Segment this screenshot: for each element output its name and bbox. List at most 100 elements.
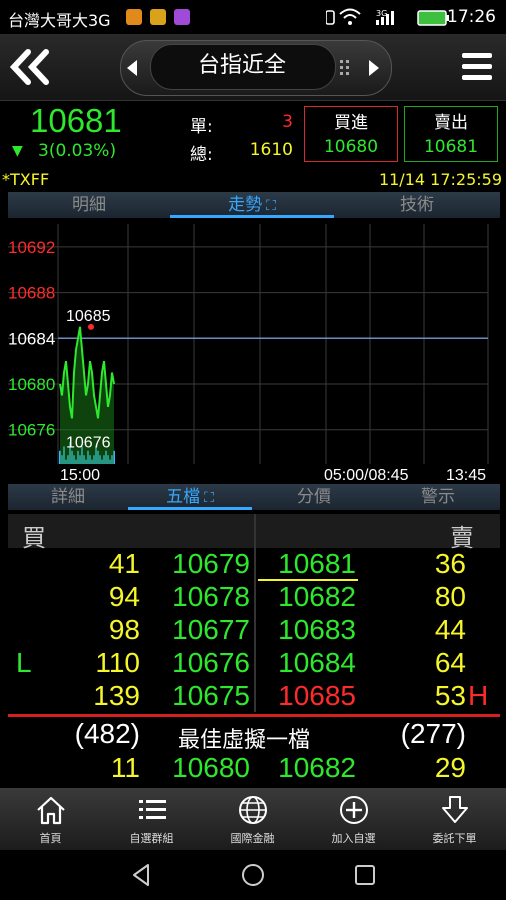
bid-header: 買 <box>22 524 46 552</box>
svg-text:3G: 3G <box>376 9 387 18</box>
tab-trend[interactable]: 走勢 ⛶ <box>170 192 334 218</box>
nav-international-label: 國際金融 <box>230 832 275 845</box>
virtual-bid-qty: 11 <box>110 752 140 783</box>
sell-price: 10681 <box>423 137 479 157</box>
high-label: 10685 <box>66 308 111 325</box>
nav-place-order-label: 委託下單 <box>432 832 477 845</box>
chart-canvas: 10692 10688 10684 10680 10676 10685 10676 15:00… <box>8 224 489 484</box>
notification-icon <box>126 9 142 25</box>
single-volume-label: 單: <box>190 117 213 137</box>
y-tick-label: 10684 <box>8 329 55 348</box>
bid-qty: 94 <box>108 581 140 612</box>
tab-technical[interactable]: 技術 <box>334 192 500 218</box>
virtual-ask-qty: 29 <box>434 752 466 783</box>
y-tick-label: 10688 <box>8 284 55 303</box>
nav-watchlist-groups[interactable]: 自選群組 <box>101 788 202 850</box>
nav-place-order[interactable]: 委託下單 <box>404 788 505 850</box>
carrier-label: 台灣大哥大3G <box>8 11 111 30</box>
back-double-chevron-icon[interactable] <box>8 48 52 86</box>
sell-label: 賣出 <box>434 113 468 133</box>
tab-five-levels[interactable]: 五檔 ⛶ <box>128 484 252 510</box>
nav-international[interactable]: 國際金融 <box>202 788 303 850</box>
tab-price-volume[interactable]: 分價 <box>252 484 376 510</box>
bid-price: 10676 <box>172 647 250 678</box>
bid-flag: L <box>16 647 32 678</box>
buy-label: 買進 <box>334 113 368 133</box>
bid-price: 10675 <box>172 680 250 711</box>
sell-button[interactable]: 賣出 10681 <box>404 106 498 162</box>
virtual-bid-price: 10680 <box>172 752 250 783</box>
intraday-chart[interactable]: 10692 10688 10684 10680 10676 10685 10676 15:00… <box>8 220 500 484</box>
book-tabs: 詳細 五檔 ⛶ 分價 警示 <box>8 484 500 510</box>
bottom-nav: 首頁 自選群組 國際金融 加入自選 委託下單 <box>0 788 506 850</box>
ask-qty: 44 <box>434 614 466 645</box>
bid-price: 10678 <box>172 581 250 612</box>
buy-button[interactable]: 買進 10680 <box>304 106 398 162</box>
virtual-separator <box>8 714 500 717</box>
bid-qty: 41 <box>108 548 140 579</box>
ask-qty: 36 <box>434 548 466 579</box>
x-end-label: 13:45 <box>446 467 486 482</box>
y-tick-label: 10692 <box>8 238 55 257</box>
notification-icon <box>150 9 166 25</box>
virtual-level-label: 最佳虛擬一檔 <box>178 728 311 753</box>
vibrate-icon <box>326 10 335 25</box>
prev-arrow-icon[interactable] <box>124 58 140 78</box>
bid-total: (482) <box>74 718 140 749</box>
bid-price: 10679 <box>172 548 250 579</box>
notification-icon <box>174 9 190 25</box>
home-circle-icon[interactable] <box>240 862 266 888</box>
book-divider <box>254 514 256 712</box>
last-price: 10681 <box>30 102 122 139</box>
tab-five-levels-label: 五檔 <box>166 487 201 507</box>
symbol-code: *TXFF <box>2 170 50 189</box>
order-download-icon <box>442 796 468 823</box>
low-label: 10676 <box>66 435 111 452</box>
back-icon[interactable] <box>128 862 154 888</box>
y-tick-label: 10680 <box>8 375 55 394</box>
globe-icon <box>239 796 267 824</box>
recent-apps-icon[interactable] <box>352 862 378 888</box>
ask-price: 10682 <box>278 581 356 612</box>
bid-qty: 139 <box>93 680 140 711</box>
high-marker <box>88 323 94 330</box>
add-circle-icon <box>340 796 368 824</box>
x-mid-label: 05:00/08:45 <box>324 467 409 482</box>
ask-price: 10683 <box>278 614 356 645</box>
symbol-row: *TXFF 11/14 17:25:59 <box>0 168 506 192</box>
nav-add-watchlist-label: 加入自選 <box>331 832 376 845</box>
nav-home[interactable]: 首頁 <box>0 788 101 850</box>
expand-icon[interactable]: ⛶ <box>266 198 276 214</box>
virtual-ask-price: 10682 <box>278 752 356 783</box>
ask-price: 10684 <box>278 647 356 678</box>
clock: 17:26 <box>447 7 496 27</box>
ask-flag: H <box>468 680 489 711</box>
tab-alert[interactable]: 警示 <box>376 484 500 510</box>
ask-total: (277) <box>400 718 466 749</box>
tab-trend-label: 走勢 <box>228 195 263 215</box>
menu-icon[interactable] <box>460 50 496 84</box>
y-tick-label: 10676 <box>8 421 55 440</box>
status-bar: 台灣大哥大3G 3G 17:26 <box>0 0 506 34</box>
page-title[interactable]: 台指近全 <box>150 44 334 88</box>
next-arrow-icon[interactable] <box>366 58 382 78</box>
app-header: 台指近全 <box>0 34 506 101</box>
signal-icon <box>391 11 394 25</box>
ask-price: 10685 <box>278 680 356 711</box>
price-change: 3(0.03%) <box>38 141 117 161</box>
tab-info[interactable]: 詳細 <box>8 484 128 510</box>
ask-qty: 80 <box>434 581 466 612</box>
bid-price: 10677 <box>172 614 250 645</box>
home-icon <box>37 796 65 825</box>
ask-qty: 53 <box>434 680 466 711</box>
nav-add-watchlist[interactable]: 加入自選 <box>303 788 404 850</box>
expand-icon[interactable]: ⛶ <box>204 490 214 506</box>
total-volume-value: 1610 <box>249 140 293 160</box>
buy-price: 10680 <box>323 137 379 157</box>
bid-qty: 110 <box>95 647 140 678</box>
drag-handle-icon[interactable] <box>338 58 352 78</box>
nav-watchlist-groups-label: 自選群組 <box>129 832 174 845</box>
tab-detail[interactable]: 明細 <box>8 192 170 218</box>
list-icon <box>139 800 166 819</box>
nav-home-label: 首頁 <box>39 832 62 845</box>
